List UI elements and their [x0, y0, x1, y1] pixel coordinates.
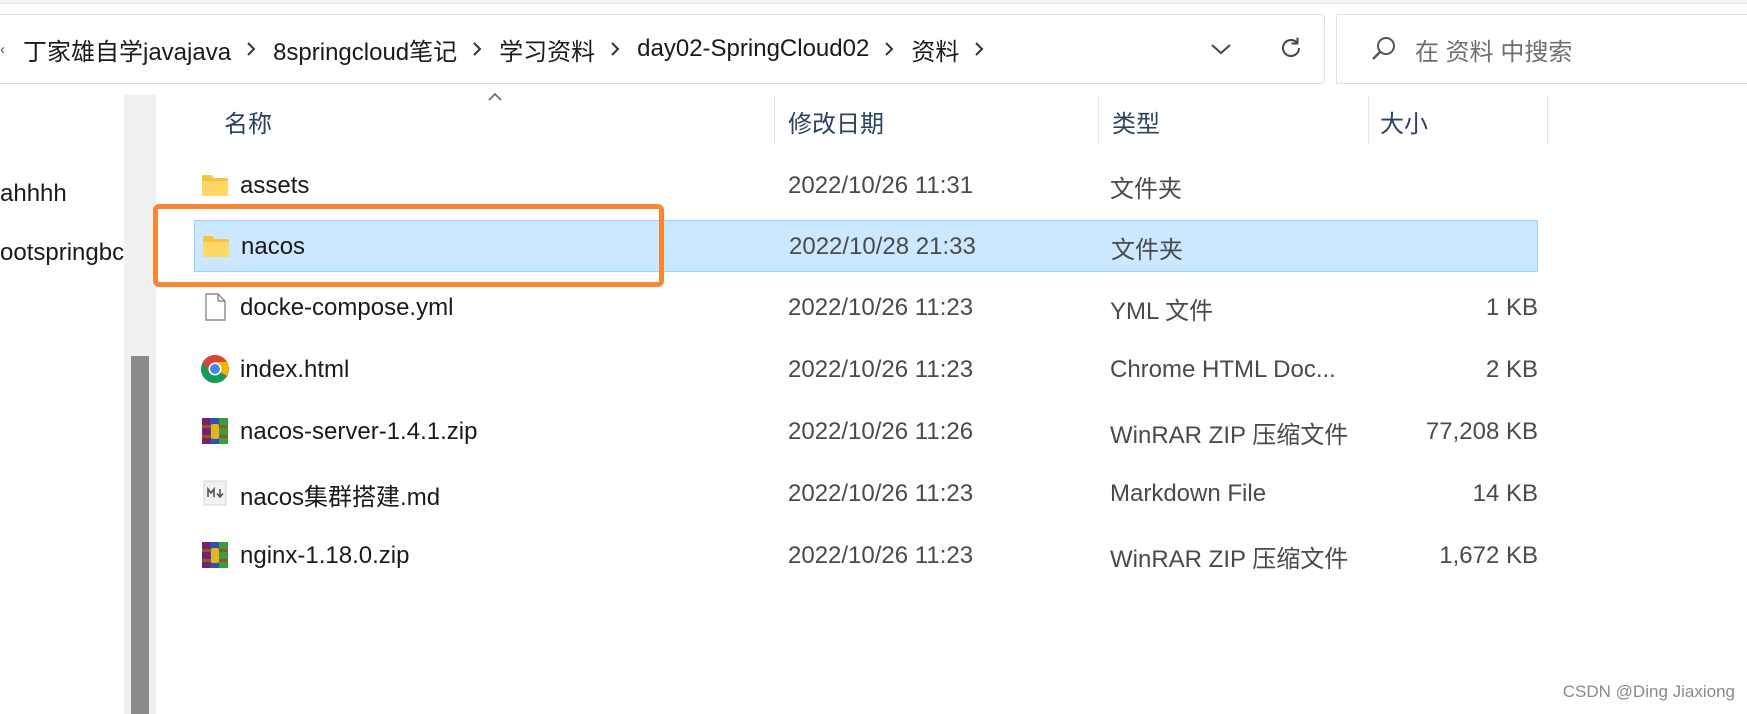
chevron-right-icon[interactable]	[609, 40, 621, 58]
column-header-modified[interactable]: 修改日期	[788, 95, 884, 147]
file-name: assets	[240, 172, 310, 199]
file-type: 文件夹	[1111, 236, 1183, 264]
file-type: YML 文件	[1110, 297, 1214, 325]
file-modified: 2022/10/26 11:23	[788, 294, 974, 321]
breadcrumb-item[interactable]: 学习资料	[493, 32, 601, 67]
file-name: nginx-1.18.0.zip	[240, 542, 410, 569]
column-divider[interactable]	[1368, 95, 1369, 145]
chevron-right-icon[interactable]	[245, 40, 257, 58]
column-divider[interactable]	[1098, 95, 1099, 145]
file-size	[1368, 221, 1538, 273]
file-modified: 2022/10/26 11:23	[788, 480, 974, 507]
file-name: nacos	[241, 233, 306, 260]
file-type: Markdown File	[1110, 480, 1267, 507]
file-modified: 2022/10/26 11:23	[788, 356, 974, 383]
chevron-down-icon[interactable]	[1208, 37, 1234, 61]
watermark: CSDN @Ding Jiaxiong	[1562, 682, 1735, 701]
chevron-right-icon[interactable]	[883, 40, 895, 58]
file-modified: 2022/10/26 11:23	[788, 542, 974, 569]
file-size: 1 KB	[1485, 294, 1538, 321]
chrome-icon	[201, 355, 229, 383]
file-modified: 2022/10/26 11:26	[788, 418, 974, 445]
breadcrumb-item[interactable]: day02-SpringCloud02	[631, 35, 875, 63]
chevron-right-icon[interactable]	[471, 40, 483, 58]
file-row[interactable]: nginx-1.18.0.zip 2022/10/26 11:23 WinRAR…	[194, 530, 1538, 582]
chevron-right-icon[interactable]	[973, 40, 985, 58]
file-row[interactable]: nacos集群搭建.md 2022/10/26 11:23 Markdown F…	[194, 468, 1538, 520]
navigation-pane: ahhhh ootspringbc	[0, 95, 128, 714]
file-row[interactable]: nacos-server-1.4.1.zip 2022/10/26 11:26 …	[194, 406, 1538, 458]
file-name: index.html	[240, 356, 350, 383]
window-top-edge	[0, 0, 1747, 4]
nav-scrollbar-thumb[interactable]	[131, 356, 149, 714]
file-icon	[205, 293, 226, 321]
file-size: 77,208 KB	[1425, 418, 1538, 445]
file-name: docke-compose.yml	[240, 294, 454, 321]
file-modified: 2022/10/28 21:33	[789, 233, 976, 260]
winrar-icon	[202, 418, 228, 444]
column-header-name[interactable]: 名称	[224, 95, 272, 147]
markdown-icon	[203, 480, 227, 506]
column-header-size[interactable]: 大小	[1380, 95, 1428, 147]
file-row[interactable]: docke-compose.yml 2022/10/26 11:23 YML 文…	[194, 282, 1538, 334]
refresh-icon[interactable]	[1276, 33, 1306, 63]
file-size: 2 KB	[1485, 356, 1538, 383]
file-row[interactable]: assets 2022/10/26 11:31 文件夹	[194, 160, 1538, 212]
file-name: nacos-server-1.4.1.zip	[240, 418, 478, 445]
folder-icon	[202, 175, 228, 196]
file-type: 文件夹	[1110, 175, 1182, 203]
address-bar[interactable]: ‹ 丁家雄自学javajava 8springcloud笔记 学习资料 day0…	[0, 14, 1325, 84]
nav-item[interactable]: ahhhh	[0, 180, 124, 208]
nav-item[interactable]: ootspringbc	[0, 239, 124, 267]
file-size	[1368, 160, 1538, 212]
winrar-icon	[202, 542, 228, 568]
column-divider[interactable]	[1547, 95, 1548, 145]
breadcrumb-item[interactable]: 8springcloud笔记	[267, 32, 463, 67]
file-type: Chrome HTML Doc...	[1110, 356, 1336, 383]
file-modified: 2022/10/26 11:31	[788, 172, 974, 199]
file-name: nacos集群搭建.md	[240, 483, 441, 511]
sort-ascending-icon	[488, 92, 502, 101]
file-type: WinRAR ZIP 压缩文件	[1110, 545, 1349, 573]
column-divider[interactable]	[774, 95, 775, 145]
breadcrumb-overflow-icon[interactable]: ‹	[0, 41, 5, 58]
file-size: 14 KB	[1472, 480, 1538, 507]
search-icon	[1369, 34, 1399, 64]
file-type: WinRAR ZIP 压缩文件	[1110, 421, 1349, 449]
search-box[interactable]: 在 资料 中搜索	[1336, 14, 1747, 84]
file-size: 1,672 KB	[1439, 542, 1538, 569]
breadcrumb: ‹ 丁家雄自学javajava 8springcloud笔记 学习资料 day0…	[0, 15, 995, 83]
breadcrumb-item[interactable]: 丁家雄自学javajava	[17, 32, 237, 67]
folder-icon	[203, 236, 229, 257]
file-row[interactable]: index.html 2022/10/26 11:23 Chrome HTML …	[194, 344, 1538, 396]
column-header-type[interactable]: 类型	[1112, 95, 1160, 147]
search-input[interactable]: 在 资料 中搜索	[1415, 32, 1572, 67]
breadcrumb-item[interactable]: 资料	[905, 32, 965, 67]
file-row-selected[interactable]: nacos 2022/10/28 21:33 文件夹	[194, 220, 1538, 272]
